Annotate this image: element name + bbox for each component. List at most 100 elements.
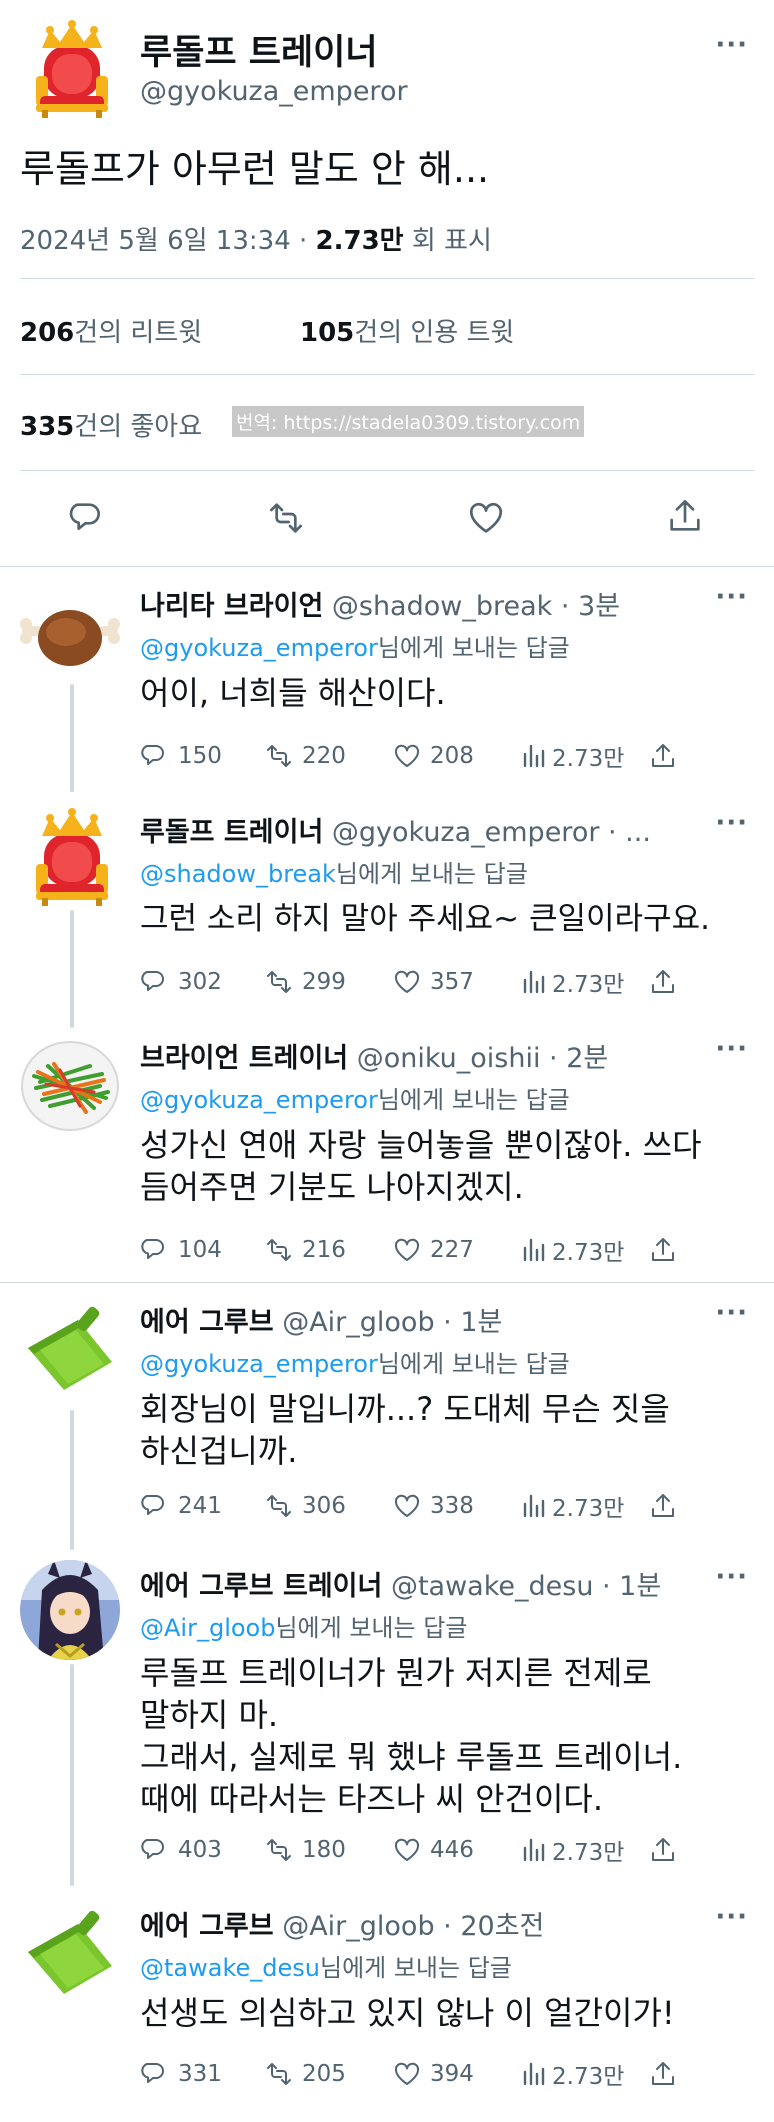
reply-to-handle[interactable]: @gyokuza_emperor xyxy=(140,1086,378,1114)
like-action[interactable]: 446 xyxy=(392,1830,474,1870)
reply-author-name[interactable]: 에어 그루브 xyxy=(140,1911,274,1942)
views-action[interactable]: 2.73만 xyxy=(520,1230,624,1270)
more-options-icon[interactable]: ··· xyxy=(715,808,748,838)
views-action[interactable]: 2.73만 xyxy=(520,736,624,776)
more-options-icon[interactable]: ··· xyxy=(715,1298,748,1328)
reply-count: 150 xyxy=(178,743,222,769)
retweet-icon[interactable] xyxy=(266,498,306,538)
reply-to-line: @gyokuza_emperor님에게 보내는 답글 xyxy=(140,1080,570,1115)
more-options-icon[interactable]: ··· xyxy=(715,1034,748,1064)
like-action[interactable]: 208 xyxy=(392,736,474,776)
share-action[interactable] xyxy=(648,736,678,776)
reply-action[interactable]: 150 xyxy=(140,736,222,776)
divider xyxy=(20,278,754,279)
tweet-text: 루돌프가 아무런 말도 안 해... xyxy=(20,147,490,191)
views-action[interactable]: 2.73만 xyxy=(520,962,624,1002)
like-icon xyxy=(394,744,420,767)
reply-author-name[interactable]: 루돌프 트레이너 xyxy=(140,817,323,848)
like-icon xyxy=(394,970,420,993)
reply-to-handle[interactable]: @gyokuza_emperor xyxy=(140,1350,378,1378)
reply-actions: 150 220 208 2.73만 xyxy=(140,736,680,776)
retweet-action[interactable]: 205 xyxy=(264,2054,346,2094)
reply-to-handle[interactable]: @tawake_desu xyxy=(140,1954,320,1982)
views-icon xyxy=(523,1838,545,1862)
reply-author-name[interactable]: 브라이언 트레이너 xyxy=(140,1043,348,1074)
reply-action[interactable]: 302 xyxy=(140,962,222,1002)
share-action[interactable] xyxy=(648,962,678,1002)
author-name[interactable]: 루돌프 트레이너 xyxy=(140,24,378,75)
share-icon xyxy=(652,970,674,993)
reply-icon xyxy=(141,1839,164,1859)
dustpan-icon[interactable] xyxy=(20,1904,120,2004)
retweet-action[interactable]: 180 xyxy=(264,1830,346,1870)
reply-action[interactable]: 403 xyxy=(140,1830,222,1870)
more-options-icon[interactable]: ··· xyxy=(715,1562,748,1592)
reply-author-name[interactable]: 에어 그루브 트레이너 xyxy=(140,1571,382,1602)
throne-icon[interactable] xyxy=(22,806,122,906)
retweet-action[interactable]: 216 xyxy=(264,1230,346,1270)
more-options-icon[interactable]: ··· xyxy=(715,582,748,612)
reply-tweet[interactable]: 에어 그루브 @Air_gloob · 1분 ··· @gyokuza_empe… xyxy=(0,1296,774,1536)
reply-meta: @Air_gloob · 1분 xyxy=(282,1307,503,1338)
reply-meta: @gyokuza_emperor · ... xyxy=(331,817,651,848)
reply-to-suffix: 님에게 보내는 답글 xyxy=(377,1350,570,1378)
separator: · xyxy=(290,226,316,256)
likes-stat[interactable]: 335건의 좋아요 xyxy=(20,406,202,443)
views-action[interactable]: 2.73만 xyxy=(520,1486,624,1526)
tweet-date[interactable]: 2024년 5월 6일 13:34 xyxy=(20,226,291,256)
retweet-action[interactable]: 306 xyxy=(264,1486,346,1526)
more-options-icon[interactable]: ··· xyxy=(715,1902,748,1932)
reply-meta: @Air_gloob · 20초전 xyxy=(282,1911,545,1942)
reply-to-handle[interactable]: @gyokuza_emperor xyxy=(140,634,378,662)
author-handle[interactable]: @gyokuza_emperor xyxy=(140,76,408,107)
like-action[interactable]: 357 xyxy=(392,962,474,1002)
like-action[interactable]: 394 xyxy=(392,2054,474,2094)
share-icon[interactable] xyxy=(665,496,705,536)
like-icon xyxy=(394,1838,420,1861)
quotes-stat[interactable]: 105건의 인용 트윗 xyxy=(300,312,514,349)
reply-count: 331 xyxy=(178,2061,222,2087)
views-action[interactable]: 2.73만 xyxy=(520,2054,624,2094)
like-count: 227 xyxy=(430,1237,474,1263)
reply-icon[interactable] xyxy=(68,498,108,538)
reply-icon xyxy=(141,1495,164,1515)
share-action[interactable] xyxy=(648,1230,678,1270)
retweets-stat[interactable]: 206건의 리트윗 xyxy=(20,312,202,349)
share-action[interactable] xyxy=(648,1486,678,1526)
like-action[interactable]: 227 xyxy=(392,1230,474,1270)
reply-icon xyxy=(141,745,164,765)
author-avatar-throne-icon[interactable] xyxy=(22,18,122,118)
reply-tweet[interactable]: 브라이언 트레이너 @oniku_oishii · 2분 ··· @gyokuz… xyxy=(0,1032,774,1272)
retweet-action[interactable]: 220 xyxy=(264,736,346,776)
retweet-action[interactable]: 299 xyxy=(264,962,346,1002)
reply-count: 104 xyxy=(178,1237,222,1263)
reply-action[interactable]: 331 xyxy=(140,2054,222,2094)
reply-action[interactable]: 241 xyxy=(140,1486,222,1526)
more-options-icon[interactable]: ··· xyxy=(715,30,748,60)
views-count: 2.73만 xyxy=(552,972,625,998)
anime-girl-avatar[interactable] xyxy=(20,1560,120,1660)
reply-action[interactable]: 104 xyxy=(140,1230,222,1270)
reply-author-name[interactable]: 에어 그루브 xyxy=(140,1307,274,1338)
reply-tweet[interactable]: 에어 그루브 @Air_gloob · 20초전 ··· @tawake_des… xyxy=(0,1900,774,2110)
retweet-count: 306 xyxy=(302,1493,346,1519)
like-icon[interactable] xyxy=(466,498,506,538)
like-icon xyxy=(394,2062,420,2085)
views-count: 2.73만 xyxy=(552,1496,625,1522)
vegetable-dish-icon[interactable] xyxy=(20,1036,120,1136)
reply-to-handle[interactable]: @Air_gloob xyxy=(140,1614,275,1642)
reply-to-handle[interactable]: @shadow_break xyxy=(140,860,336,888)
reply-tweet[interactable]: 나리타 브라이언 @shadow_break · 3분 ··· @gyokuza… xyxy=(0,580,774,780)
views-count: 2.73만 xyxy=(552,1240,625,1266)
share-action[interactable] xyxy=(648,1830,678,1870)
reply-tweet[interactable]: 에어 그루브 트레이너 @tawake_desu · 1분 ··· @Air_g… xyxy=(0,1560,774,1866)
share-action[interactable] xyxy=(648,2054,678,2094)
like-action[interactable]: 338 xyxy=(392,1486,474,1526)
dustpan-icon[interactable] xyxy=(20,1300,120,1400)
reply-tweet[interactable]: 루돌프 트레이너 @gyokuza_emperor · ... ··· @sha… xyxy=(0,806,774,1006)
views-icon xyxy=(523,1494,545,1518)
reply-text: 성가신 연애 자랑 늘어놓을 뿐이잖아. 쓰다 듬어주면 기분도 나아지겠지. xyxy=(140,1126,702,1206)
meat-icon[interactable] xyxy=(20,586,120,686)
reply-author-name[interactable]: 나리타 브라이언 xyxy=(140,591,323,622)
views-action[interactable]: 2.73만 xyxy=(520,1830,624,1870)
